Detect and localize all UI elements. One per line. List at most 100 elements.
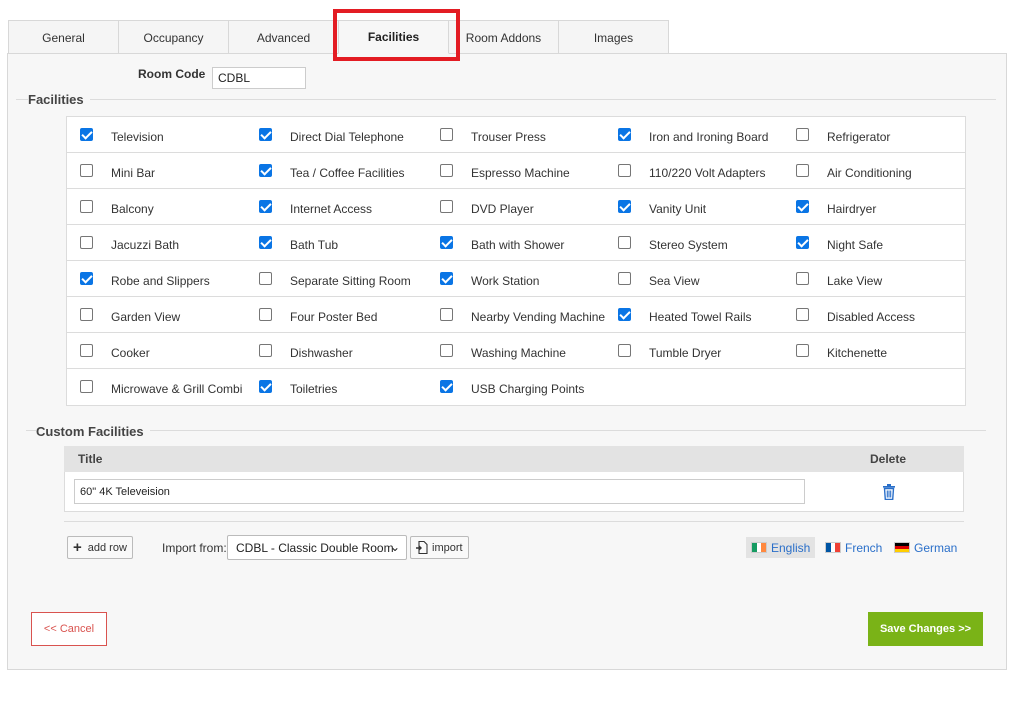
add-row-label: add row — [87, 541, 127, 554]
trash-icon[interactable] — [882, 484, 896, 500]
facility-checkbox[interactable] — [80, 200, 93, 213]
facility-checkbox[interactable] — [80, 308, 93, 321]
facility-checkbox[interactable] — [618, 128, 631, 141]
facility-checkbox[interactable] — [440, 128, 453, 141]
facilities-legend: Facilities — [28, 92, 90, 107]
facilities-row: Cooker Dishwasher Washing Machine Tumble Dr… — [67, 333, 965, 369]
add-row-button[interactable]: + add row — [67, 536, 133, 559]
facility-checkbox[interactable] — [796, 128, 809, 141]
facilities-row: Garden View Four Poster Bed Nearby Vending… — [67, 297, 965, 333]
facility-label: Balcony — [111, 202, 154, 216]
facility-checkbox[interactable] — [259, 308, 272, 321]
language-label: English — [771, 540, 811, 555]
facilities-row: Jacuzzi Bath Bath Tub Bath with Shower Ster… — [67, 225, 965, 261]
facility-checkbox[interactable] — [618, 344, 631, 357]
facility-checkbox[interactable] — [80, 164, 93, 177]
file-import-icon — [416, 541, 428, 554]
column-delete-header: Delete — [870, 452, 907, 466]
facility-label: Separate Sitting Room — [290, 274, 411, 288]
tab-general[interactable]: General — [8, 20, 119, 54]
import-room-select[interactable]: CDBL - Classic Double Room ⌄ — [227, 535, 407, 560]
facility-label: Lake View — [827, 274, 883, 288]
facilities-divider — [16, 99, 996, 100]
facility-checkbox[interactable] — [796, 344, 809, 357]
facility-checkbox[interactable] — [80, 272, 93, 285]
facility-checkbox[interactable] — [440, 272, 453, 285]
language-french[interactable]: French — [820, 537, 887, 558]
facility-checkbox[interactable] — [80, 128, 93, 141]
room-code-label: Room Code — [138, 67, 206, 81]
language-german[interactable]: German — [889, 537, 962, 558]
facility-label: Jacuzzi Bath — [111, 238, 180, 252]
facility-checkbox[interactable] — [618, 308, 631, 321]
facility-label: Refrigerator — [827, 130, 891, 144]
facility-checkbox[interactable] — [796, 236, 809, 249]
facility-checkbox[interactable] — [796, 272, 809, 285]
save-changes-button[interactable]: Save Changes >> — [868, 612, 983, 646]
facility-checkbox[interactable] — [618, 200, 631, 213]
facility-label: Sea View — [649, 274, 700, 288]
facility-checkbox[interactable] — [80, 236, 93, 249]
room-code-input[interactable] — [212, 67, 306, 89]
facility-label: Vanity Unit — [649, 202, 707, 216]
facility-checkbox[interactable] — [259, 200, 272, 213]
language-label: German — [914, 540, 958, 555]
facilities-row: Robe and Slippers Separate Sitting Room Wo… — [67, 261, 965, 297]
facility-checkbox[interactable] — [259, 128, 272, 141]
tab-bar: General Occupancy Advanced Facilities Ro… — [8, 20, 669, 54]
facility-checkbox[interactable] — [259, 164, 272, 177]
facility-label: Toiletries — [290, 382, 338, 396]
facility-checkbox[interactable] — [440, 308, 453, 321]
flag-icon — [894, 542, 910, 553]
facility-checkbox[interactable] — [796, 308, 809, 321]
facility-checkbox[interactable] — [796, 164, 809, 177]
facilities-row: Television Direct Dial Telephone Trouser P… — [67, 117, 965, 153]
facilities-row: Mini Bar Tea / Coffee Facilities Espresso … — [67, 153, 965, 189]
facility-label: Heated Towel Rails — [649, 310, 752, 324]
facility-checkbox[interactable] — [259, 272, 272, 285]
tab-facilities[interactable]: Facilities — [338, 20, 449, 54]
facility-label: Television — [111, 130, 164, 144]
tab-advanced[interactable]: Advanced — [228, 20, 339, 54]
cancel-button[interactable]: << Cancel — [31, 612, 107, 646]
facility-label: Microwave & Grill Combi — [111, 382, 243, 396]
tab-images[interactable]: Images — [558, 20, 669, 54]
facility-checkbox[interactable] — [440, 344, 453, 357]
facility-checkbox[interactable] — [618, 272, 631, 285]
facility-label: Stereo System — [649, 238, 728, 252]
facility-label: Direct Dial Telephone — [290, 130, 404, 144]
facility-label: Bath with Shower — [471, 238, 565, 252]
language-label: French — [845, 540, 883, 555]
facility-checkbox[interactable] — [259, 236, 272, 249]
import-select-value: CDBL - Classic Double Room — [236, 540, 394, 555]
facility-checkbox[interactable] — [259, 380, 272, 393]
tab-room-addons[interactable]: Room Addons — [448, 20, 559, 54]
column-title-header: Title — [78, 452, 103, 466]
facility-checkbox[interactable] — [440, 380, 453, 393]
facility-label: Cooker — [111, 346, 150, 360]
facility-label: Mini Bar — [111, 166, 156, 180]
facility-checkbox[interactable] — [618, 236, 631, 249]
import-button[interactable]: import — [410, 536, 469, 559]
facility-label: Tumble Dryer — [649, 346, 722, 360]
facility-checkbox[interactable] — [259, 344, 272, 357]
custom-facilities-header: Title Delete — [64, 446, 964, 472]
facility-checkbox[interactable] — [440, 164, 453, 177]
facility-label: Iron and Ironing Board — [649, 130, 769, 144]
facility-checkbox[interactable] — [796, 200, 809, 213]
facility-checkbox[interactable] — [80, 380, 93, 393]
facility-checkbox[interactable] — [618, 164, 631, 177]
facility-checkbox[interactable] — [440, 236, 453, 249]
import-from-label: Import from: — [162, 541, 227, 555]
language-english[interactable]: English — [746, 537, 816, 558]
facility-checkbox[interactable] — [440, 200, 453, 213]
facility-label: USB Charging Points — [471, 382, 585, 396]
custom-facility-title-input[interactable] — [74, 479, 805, 504]
facility-label: Kitchenette — [827, 346, 888, 360]
table-row — [64, 472, 964, 512]
tab-occupancy[interactable]: Occupancy — [118, 20, 229, 54]
flag-icon — [751, 542, 767, 553]
facility-checkbox[interactable] — [80, 344, 93, 357]
facility-label: Robe and Slippers — [111, 274, 210, 288]
facility-label: Trouser Press — [471, 130, 546, 144]
